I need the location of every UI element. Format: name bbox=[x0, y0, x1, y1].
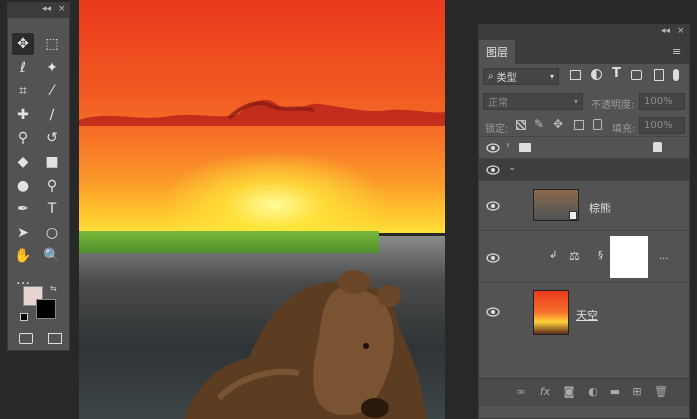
opacity-input[interactable]: 100% bbox=[639, 93, 685, 110]
blend-mode-select[interactable]: 正常 ▾ bbox=[483, 93, 583, 110]
mask-link-icon[interactable]: § bbox=[598, 250, 603, 261]
filter-kind-label: 类型 bbox=[496, 73, 517, 84]
visibility-eye-icon[interactable] bbox=[486, 201, 500, 211]
brush-tool[interactable]: ∕ bbox=[41, 104, 63, 126]
eraser-tool[interactable]: ◆ bbox=[12, 151, 34, 173]
collapse-dock-icon[interactable]: ◂◂ bbox=[661, 26, 670, 36]
lock-artboard-icon[interactable] bbox=[574, 120, 584, 130]
move-tool[interactable]: ✥ bbox=[12, 33, 34, 55]
delete-layer-icon[interactable]: 🗑 bbox=[653, 385, 669, 401]
eyedropper-tool[interactable]: ⁄ bbox=[41, 80, 63, 102]
layer-name-bear[interactable]: 棕熊 bbox=[589, 200, 611, 216]
tab-layers[interactable]: 图层 bbox=[479, 40, 515, 64]
tools-panel-header: ◂◂ × bbox=[8, 3, 69, 18]
lasso-tool[interactable]: ℓ bbox=[12, 57, 34, 79]
document-canvas[interactable] bbox=[79, 0, 445, 419]
lock-transparent-icon[interactable] bbox=[516, 120, 526, 130]
clipping-arrow-icon: ↲ bbox=[549, 250, 558, 261]
lock-label: 锁定: bbox=[485, 124, 509, 135]
tools-panel: ◂◂ × ✥ ⬚ ℓ ✦ ⌗ ⁄ ✚ ∕ ⚲ ↺ ◆ ■ ● ⚲ ✒ T ➤ ○ ✋ 🔍… ⇆ bbox=[7, 2, 70, 351]
filter-shape-icon[interactable] bbox=[631, 70, 642, 80]
magic-wand-tool[interactable]: ✦ bbox=[41, 57, 63, 79]
healing-brush-tool[interactable]: ✚ bbox=[12, 104, 34, 126]
visibility-eye-icon[interactable] bbox=[486, 307, 500, 317]
fill-label: 填充: bbox=[612, 124, 636, 135]
bear-image bbox=[184, 270, 427, 419]
fill-value: 100% bbox=[644, 120, 673, 131]
filter-smart-object-icon[interactable] bbox=[654, 69, 664, 81]
new-layer-icon[interactable]: ⊞ bbox=[629, 385, 645, 401]
layer-row-sky[interactable]: 天空 bbox=[479, 282, 689, 338]
layers-panel: ◂◂ × 图层 ≡ ⌕ 类型 ▾ T 正常 ▾ 不透明度: 100% 锁定: ✎… bbox=[478, 24, 690, 419]
folder-icon bbox=[519, 143, 531, 152]
panel-tab-bar: 图层 ≡ bbox=[479, 40, 689, 64]
close-panel-icon[interactable]: × bbox=[58, 4, 66, 14]
history-brush-tool[interactable]: ↺ bbox=[41, 127, 63, 149]
more-options-ellipsis[interactable]: ... bbox=[659, 251, 669, 262]
chevron-down-icon[interactable]: ⌄ bbox=[508, 162, 516, 173]
filter-adjustment-icon[interactable] bbox=[591, 69, 602, 80]
color-balance-icon: ⚖ bbox=[569, 249, 580, 263]
layer-thumbnail-sky bbox=[533, 290, 569, 335]
layers-bottom-bar: ∞ fx ◙ ◐ ▬ ⊞ 🗑 bbox=[479, 378, 689, 406]
blend-mode-label: 正常 bbox=[488, 98, 508, 109]
opacity-value: 100% bbox=[644, 96, 673, 107]
swap-colors-icon[interactable]: ⇆ bbox=[50, 284, 57, 293]
filter-type-icon[interactable]: T bbox=[612, 66, 621, 81]
crop-tool[interactable]: ⌗ bbox=[12, 80, 34, 102]
gradient-tool[interactable]: ■ bbox=[41, 151, 63, 173]
layer-row-adjustment[interactable]: ↲ ⚖ § ... bbox=[479, 230, 689, 282]
layer-row-bear[interactable]: 棕熊 bbox=[479, 180, 689, 230]
default-colors-icon[interactable] bbox=[20, 313, 28, 321]
ellipse-tool[interactable]: ○ bbox=[41, 222, 63, 244]
lock-icon bbox=[653, 142, 662, 152]
zoom-tool[interactable]: 🔍 bbox=[41, 245, 63, 267]
link-layers-icon[interactable]: ∞ bbox=[513, 385, 529, 401]
layer-mask-thumbnail[interactable] bbox=[610, 236, 648, 278]
visibility-eye-icon[interactable] bbox=[486, 143, 500, 153]
lock-position-icon[interactable]: ✥ bbox=[553, 117, 563, 131]
visibility-eye-icon[interactable] bbox=[486, 253, 500, 263]
layer-style-fx-icon[interactable]: fx bbox=[537, 385, 553, 401]
quick-mask-icon[interactable] bbox=[19, 333, 33, 344]
background-color-swatch[interactable] bbox=[36, 299, 56, 319]
chevron-down-icon: ▾ bbox=[573, 97, 578, 106]
filter-pixel-icon[interactable] bbox=[570, 70, 581, 80]
add-mask-icon[interactable]: ◙ bbox=[561, 385, 577, 401]
chevron-down-icon: ▾ bbox=[549, 72, 554, 81]
panel-menu-icon[interactable]: ≡ bbox=[672, 45, 681, 58]
layer-row-group-1[interactable]: › bbox=[479, 136, 689, 158]
clouds bbox=[79, 99, 445, 126]
opacity-label: 不透明度: bbox=[591, 100, 635, 111]
smart-object-badge-icon bbox=[569, 211, 577, 220]
panel-dock-header: ◂◂ × bbox=[479, 25, 689, 40]
filter-kind-select[interactable]: ⌕ 类型 ▾ bbox=[483, 68, 559, 85]
lock-pixels-icon[interactable]: ✎ bbox=[534, 117, 544, 131]
grass-strip bbox=[79, 231, 379, 253]
search-icon: ⌕ bbox=[488, 71, 494, 82]
clone-stamp-tool[interactable]: ⚲ bbox=[12, 127, 34, 149]
marquee-tool[interactable]: ⬚ bbox=[41, 33, 63, 55]
hand-tool[interactable]: ✋ bbox=[12, 245, 34, 267]
pen-tool[interactable]: ✒ bbox=[12, 198, 34, 220]
close-dock-icon[interactable]: × bbox=[677, 26, 685, 36]
fill-input[interactable]: 100% bbox=[639, 117, 685, 134]
type-tool[interactable]: T bbox=[41, 198, 63, 220]
new-adjustment-icon[interactable]: ◐ bbox=[585, 385, 601, 401]
filter-toggle[interactable] bbox=[673, 69, 679, 81]
blur-tool[interactable]: ● bbox=[12, 175, 34, 197]
visibility-eye-icon[interactable] bbox=[486, 165, 500, 175]
dodge-tool[interactable]: ⚲ bbox=[41, 175, 63, 197]
screen-mode-icon[interactable] bbox=[48, 333, 62, 344]
new-group-icon[interactable]: ▬ bbox=[607, 385, 623, 401]
lock-all-icon[interactable] bbox=[593, 119, 602, 130]
chevron-right-icon[interactable]: › bbox=[506, 140, 510, 151]
path-selection-tool[interactable]: ➤ bbox=[12, 222, 34, 244]
collapse-panel-icon[interactable]: ◂◂ bbox=[42, 4, 51, 14]
layer-row-group-2[interactable]: ⌄ bbox=[479, 158, 689, 180]
layer-name-sky[interactable]: 天空 bbox=[576, 307, 598, 323]
